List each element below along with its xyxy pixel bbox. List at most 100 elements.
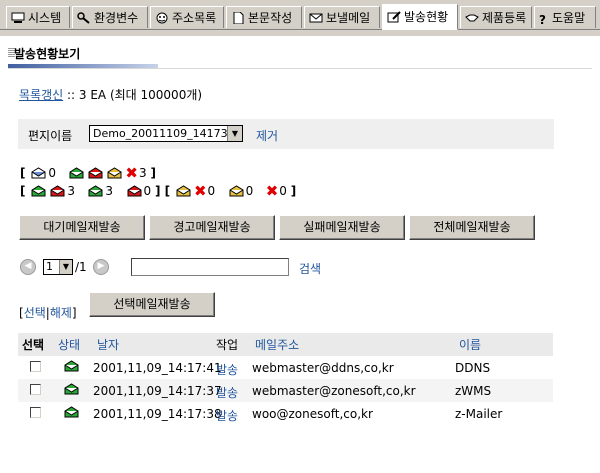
- success-green-count: 3: [105, 184, 114, 198]
- header-name[interactable]: 이름: [459, 336, 481, 353]
- letter-name-label: 편지이름: [28, 129, 73, 143]
- header-date[interactable]: 날자: [97, 336, 119, 353]
- header-status[interactable]: 상태: [58, 336, 80, 353]
- tab-label: 제품등록: [482, 11, 527, 25]
- envelope-yellow-icon: [107, 167, 122, 179]
- envelope-waiting-icon: [31, 167, 46, 179]
- x-mark-icon: ✖: [125, 164, 138, 182]
- bracket: [: [20, 184, 26, 198]
- letter-name-value: Demo_20011109_141735: [93, 127, 235, 140]
- list-count: :: 3 EA (최대 100000개): [63, 88, 203, 102]
- search-input[interactable]: [131, 258, 289, 276]
- bracket: ] [: [154, 184, 171, 198]
- warning-count: 0: [245, 184, 254, 198]
- envelope-green-icon: [64, 360, 79, 372]
- envelope-green-icon: [64, 406, 79, 418]
- bracket: ]: [150, 166, 156, 180]
- table-row: 2001,11,09_14:17:37 발송 webmaster@zonesof…: [18, 379, 553, 402]
- prev-page-icon[interactable]: ◀: [20, 259, 36, 275]
- address-icon: [156, 12, 168, 24]
- envelope-green-icon: [88, 185, 103, 197]
- tab-bar: 시스템 환경변수 주소목록 본문작성 보낼메일 발송현황 제품등록 ? 도움말: [0, 0, 600, 36]
- error-count: 0: [279, 184, 287, 198]
- tab-product-register[interactable]: 제품등록: [460, 6, 532, 28]
- envelope-green-icon: [31, 185, 46, 197]
- tab-environment[interactable]: 환경변수: [72, 6, 148, 28]
- deselect-all-link[interactable]: 해제: [50, 306, 72, 320]
- row-checkbox[interactable]: [30, 361, 41, 372]
- row-name: DDNS: [455, 361, 491, 375]
- selection-links: [선택|해제]: [19, 304, 77, 321]
- resend-failed-button[interactable]: 실패메일재발송: [279, 215, 405, 240]
- fail-count: 0: [143, 184, 152, 198]
- remove-letter-link[interactable]: 제거: [256, 127, 278, 144]
- header-email[interactable]: 메일주소: [255, 336, 299, 353]
- row-name: z-Mailer: [455, 407, 503, 421]
- header-action: 작업: [216, 338, 239, 352]
- status-summary-row-1: [ 0 ✖3 ]: [20, 164, 156, 182]
- tab-label: 본문작성: [248, 11, 293, 25]
- envelope-yellow-icon: [229, 185, 244, 197]
- resend-warning-button[interactable]: 경고메일재발송: [149, 215, 275, 240]
- tab-label: 발송현황: [404, 10, 449, 24]
- waiting-count: 0: [48, 166, 56, 180]
- row-action-link[interactable]: 발송: [216, 361, 238, 378]
- bracket: ]: [290, 184, 297, 198]
- tab-label: 보낼메일: [326, 11, 371, 25]
- next-page-icon[interactable]: ▶: [93, 259, 109, 275]
- header-select: 선택: [22, 338, 45, 352]
- row-action-link[interactable]: 발송: [216, 407, 238, 424]
- tab-system[interactable]: 시스템: [6, 6, 70, 28]
- current-page: 1: [46, 260, 53, 273]
- tab-compose[interactable]: 본문작성: [226, 6, 302, 28]
- tab-send-status[interactable]: 발송현황: [382, 4, 458, 30]
- row-date: 2001,11,09_14:17:41: [93, 361, 222, 375]
- page-total: /1: [75, 260, 87, 274]
- row-checkbox[interactable]: [30, 407, 41, 418]
- processed-count: 3: [138, 166, 147, 180]
- resend-waiting-button[interactable]: 대기메일재발송: [19, 215, 145, 240]
- envelope-red-icon: [88, 167, 103, 179]
- document-icon: [233, 12, 244, 24]
- row-email: woo@zonesoft,co,kr: [252, 407, 373, 421]
- envelope-red-icon: [50, 185, 65, 197]
- tab-address-list[interactable]: 주소목록: [150, 6, 224, 28]
- search-link[interactable]: 검색: [299, 260, 321, 277]
- letter-name-select[interactable]: Demo_20011109_141735 ▼: [89, 125, 243, 142]
- select-all-link[interactable]: 선택: [24, 306, 46, 320]
- tab-label: 시스템: [28, 11, 62, 25]
- question-icon: ?: [539, 13, 546, 27]
- tab-label: 환경변수: [94, 11, 139, 25]
- chevron-down-icon[interactable]: ▼: [227, 126, 242, 141]
- title-divider: [8, 68, 592, 69]
- row-date: 2001,11,09_14:17:37: [93, 384, 222, 398]
- tab-label: 주소목록: [172, 11, 217, 25]
- row-date: 2001,11,09_14:17:38: [93, 407, 222, 421]
- list-summary: 목록갱신 :: 3 EA (최대 100000개): [19, 86, 202, 103]
- bracket: [: [20, 166, 26, 180]
- page-title: 발송현황보기: [14, 47, 81, 61]
- resend-all-button[interactable]: 전체메일재발송: [409, 215, 535, 240]
- handshake-icon: [465, 14, 479, 22]
- x-mark-icon: ✖: [265, 182, 279, 200]
- tab-bar-divider: [0, 29, 600, 30]
- warning-x-count: 0: [207, 184, 216, 198]
- success-red-count: 3: [67, 184, 75, 198]
- x-mark-icon: ✖: [193, 182, 207, 200]
- resend-selected-button[interactable]: 선택메일재발송: [89, 292, 215, 317]
- envelope-green-icon: [64, 383, 79, 395]
- status-summary-row-2: [ 3 3 0 ] [ ✖0 0 ✖0 ]: [20, 182, 296, 200]
- refresh-list-link[interactable]: 목록갱신: [19, 88, 63, 102]
- row-checkbox[interactable]: [30, 384, 41, 395]
- envelope-icon: [309, 13, 323, 23]
- row-action-link[interactable]: 발송: [216, 384, 238, 401]
- chevron-down-icon[interactable]: ▼: [59, 260, 72, 274]
- envelope-red-icon: [127, 185, 141, 197]
- tab-label: 도움말: [552, 11, 586, 25]
- tab-outbox[interactable]: 보낼메일: [304, 6, 380, 28]
- tab-help[interactable]: ? 도움말: [534, 6, 596, 28]
- page-select[interactable]: 1 ▼: [43, 259, 73, 275]
- row-name: zWMS: [455, 384, 492, 398]
- table-row: 2001,11,09_14:17:38 발송 woo@zonesoft,co,k…: [18, 402, 553, 425]
- row-email: webmaster@ddns,co,kr: [252, 361, 394, 375]
